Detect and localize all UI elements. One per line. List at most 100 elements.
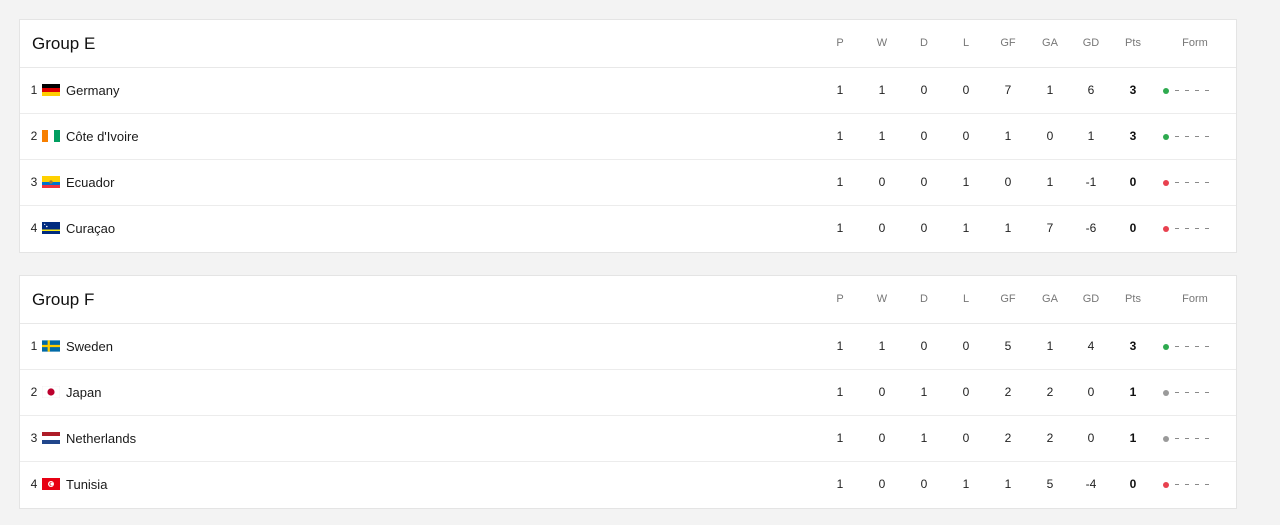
col-header-drawn[interactable]: D <box>909 20 939 67</box>
form-empty-dash <box>1175 346 1179 347</box>
col-header-form: Form <box>1182 37 1208 49</box>
col-header-goals-against[interactable]: GA <box>1035 20 1065 67</box>
form-empty-dash <box>1205 392 1209 393</box>
col-header-goal-difference[interactable]: GD <box>1076 20 1106 67</box>
curacao-flag-icon <box>42 222 60 234</box>
form-empty-dash <box>1205 182 1209 183</box>
stat-goals-against: 5 <box>1046 477 1054 491</box>
stat-drawn: 0 <box>920 175 928 189</box>
team-name[interactable]: Curaçao <box>66 206 115 251</box>
stat-goals-for: 1 <box>1004 129 1012 143</box>
team-name[interactable]: Côte d'Ivoire <box>66 114 139 159</box>
col-header-won[interactable]: W <box>867 20 897 67</box>
stat-played: 1 <box>836 83 844 97</box>
stat-goal-difference: -1 <box>1085 175 1097 189</box>
form-empty-dash <box>1185 136 1189 137</box>
form-indicator <box>1163 370 1215 415</box>
group-e-table: Group E P W D L GF GA GD Pts Form 1 Germa… <box>19 19 1237 253</box>
stat-goals-for: 2 <box>1004 431 1012 445</box>
form-empty-dash <box>1195 484 1199 485</box>
form-empty-dash <box>1185 346 1189 347</box>
table-row[interactable]: 4 Tunisia 1 0 0 1 1 5 -4 0 <box>20 462 1236 508</box>
stat-goals-against: 1 <box>1046 339 1054 353</box>
stat-goals-for: 5 <box>1004 339 1012 353</box>
stat-played: 1 <box>836 477 844 491</box>
team-name[interactable]: Japan <box>66 370 101 415</box>
stat-played: 1 <box>836 339 844 353</box>
col-header-played[interactable]: P <box>825 20 855 67</box>
col-header-won[interactable]: W <box>867 276 897 323</box>
team-name[interactable]: Netherlands <box>66 416 136 461</box>
col-header-points[interactable]: Pts <box>1118 20 1148 67</box>
stat-lost: 0 <box>962 431 970 445</box>
stat-goals-for: 0 <box>1004 175 1012 189</box>
table-row[interactable]: 1 Germany 1 1 0 0 7 1 6 3 <box>20 68 1236 114</box>
team-name[interactable]: Sweden <box>66 324 113 369</box>
table-row[interactable]: 3 Netherlands 1 0 1 0 2 2 0 1 <box>20 416 1236 462</box>
col-header-form: Form <box>1182 293 1208 305</box>
table-header: Group E P W D L GF GA GD Pts Form <box>20 20 1236 68</box>
stat-played: 1 <box>836 431 844 445</box>
col-header-played[interactable]: P <box>825 276 855 323</box>
stat-drawn: 0 <box>920 83 928 97</box>
table-row[interactable]: 3 Ecuador 1 0 0 1 0 1 -1 0 <box>20 160 1236 206</box>
stat-lost: 0 <box>962 339 970 353</box>
group-f-table: Group F P W D L GF GA GD Pts Form 1 Swede… <box>19 275 1237 509</box>
position: 4 <box>30 221 38 235</box>
form-empty-dash <box>1185 228 1189 229</box>
stat-won: 0 <box>878 477 886 491</box>
form-result-win-dot <box>1163 87 1169 94</box>
col-header-goal-difference[interactable]: GD <box>1076 276 1106 323</box>
col-header-lost[interactable]: L <box>951 20 981 67</box>
stat-goals-for: 1 <box>1004 477 1012 491</box>
stat-goals-for: 7 <box>1004 83 1012 97</box>
form-empty-dash <box>1195 392 1199 393</box>
team-name[interactable]: Germany <box>66 68 119 113</box>
stat-won: 0 <box>878 221 886 235</box>
table-row[interactable]: 2 Japan 1 0 1 0 2 2 0 1 <box>20 370 1236 416</box>
position: 4 <box>30 477 38 491</box>
ecuador-flag-icon <box>42 176 60 188</box>
col-header-goals-against[interactable]: GA <box>1035 276 1065 323</box>
team-name[interactable]: Tunisia <box>66 462 107 507</box>
table-row[interactable]: 4 Curaçao 1 0 0 1 1 7 -6 0 <box>20 206 1236 252</box>
form-empty-dash <box>1205 484 1209 485</box>
position: 3 <box>30 175 38 189</box>
stat-drawn: 1 <box>920 431 928 445</box>
stat-goal-difference: 0 <box>1087 431 1095 445</box>
stat-won: 1 <box>878 129 886 143</box>
table-header: Group F P W D L GF GA GD Pts Form <box>20 276 1236 324</box>
netherlands-flag-icon <box>42 432 60 444</box>
form-empty-dash <box>1205 346 1209 347</box>
form-empty-dash <box>1175 90 1179 91</box>
stat-lost: 1 <box>962 221 970 235</box>
stat-points: 0 <box>1129 477 1137 491</box>
form-empty-dash <box>1205 228 1209 229</box>
stat-won: 1 <box>878 339 886 353</box>
col-header-drawn[interactable]: D <box>909 276 939 323</box>
stat-drawn: 0 <box>920 129 928 143</box>
col-header-goals-for[interactable]: GF <box>993 276 1023 323</box>
form-empty-dash <box>1175 438 1179 439</box>
stat-drawn: 0 <box>920 339 928 353</box>
tunisia-flag-icon <box>42 478 60 490</box>
position: 2 <box>30 129 38 143</box>
stat-played: 1 <box>836 129 844 143</box>
stat-points: 0 <box>1129 175 1137 189</box>
stat-drawn: 1 <box>920 385 928 399</box>
table-row[interactable]: 1 Sweden 1 1 0 0 5 1 4 3 <box>20 324 1236 370</box>
team-name[interactable]: Ecuador <box>66 160 114 205</box>
table-body: 1 Sweden 1 1 0 0 5 1 4 3 2 Japan 1 0 1 0 2 2 0 1 3 Netherla… <box>20 324 1236 508</box>
form-empty-dash <box>1205 90 1209 91</box>
col-header-lost[interactable]: L <box>951 276 981 323</box>
table-body: 1 Germany 1 1 0 0 7 1 6 3 2 Côte d'Ivoire 1 1 0 0 1 0 1 3 … <box>20 68 1236 252</box>
stat-lost: 1 <box>962 477 970 491</box>
stat-goals-against: 2 <box>1046 385 1054 399</box>
col-header-goals-for[interactable]: GF <box>993 20 1023 67</box>
stat-lost: 0 <box>962 385 970 399</box>
form-result-loss-dot <box>1163 179 1169 186</box>
col-header-points[interactable]: Pts <box>1118 276 1148 323</box>
table-row[interactable]: 2 Côte d'Ivoire 1 1 0 0 1 0 1 3 <box>20 114 1236 160</box>
stat-goal-difference: 4 <box>1087 339 1095 353</box>
stat-drawn: 0 <box>920 221 928 235</box>
